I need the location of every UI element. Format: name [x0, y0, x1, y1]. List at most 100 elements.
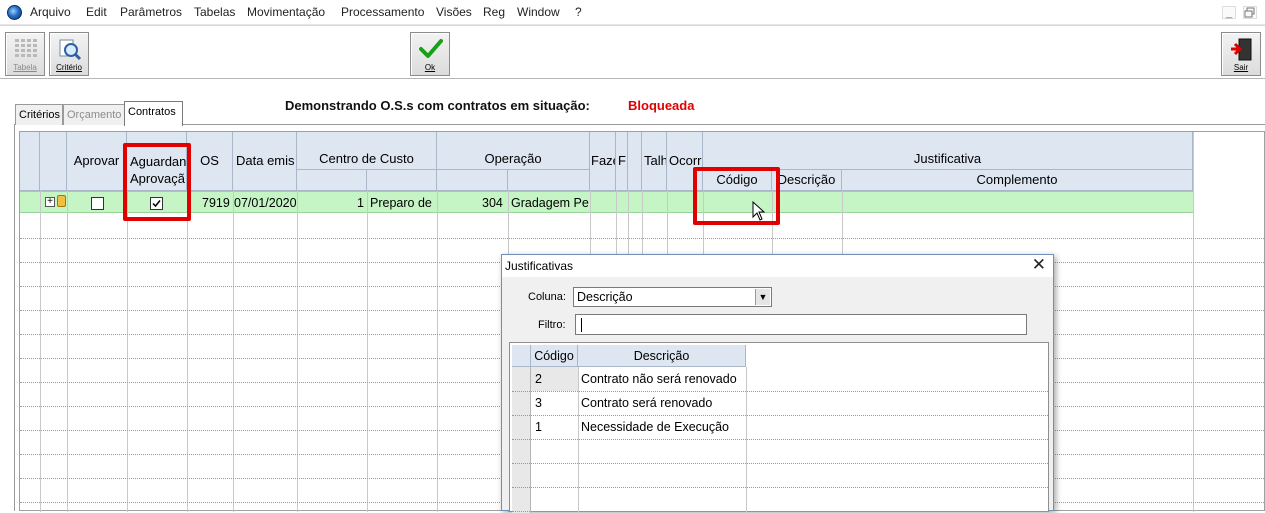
- menu-reg[interactable]: Reg: [483, 5, 505, 19]
- dgrid-row-1-descricao[interactable]: Contrato não será renovado: [581, 372, 737, 386]
- expand-header: [40, 132, 67, 191]
- menu-edit[interactable]: Edit: [86, 5, 107, 19]
- grid-line: [187, 191, 188, 512]
- col-operacao-desc: [508, 170, 590, 191]
- filtro-label: Filtro:: [538, 319, 566, 331]
- col-data-emissao[interactable]: Data emis: [233, 132, 297, 191]
- coluna-select-value: Descrição: [577, 290, 633, 304]
- folder-icon: [57, 195, 66, 207]
- col-os[interactable]: OS: [187, 132, 233, 191]
- ok-button[interactable]: Ok: [410, 32, 450, 76]
- menu-processamento[interactable]: Processamento: [341, 5, 424, 19]
- dialog-titlebar[interactable]: Justificativas ✕: [502, 255, 1053, 277]
- dgrid-col-descricao[interactable]: Descrição: [578, 345, 746, 367]
- tabela-button[interactable]: Tabela: [5, 32, 45, 76]
- table-row[interactable]: [20, 191, 1193, 213]
- menu-parametros[interactable]: Parâmetros: [120, 5, 182, 19]
- operacao-desc-value: Gradagem Pe: [511, 196, 589, 210]
- dgrid-col-codigo[interactable]: Código: [531, 345, 578, 367]
- grid-line: [40, 191, 41, 512]
- toolbar: Tabela Critério Ok Sair: [0, 25, 1265, 79]
- restore-icon: [1244, 7, 1255, 18]
- col-aprovar[interactable]: Aprovar: [67, 132, 127, 191]
- table-grid-icon: [15, 39, 37, 57]
- restore-button[interactable]: [1243, 6, 1257, 19]
- dgrid-row-3-descricao[interactable]: Necessidade de Execução: [581, 420, 729, 434]
- menu-visoes[interactable]: Visões: [436, 5, 472, 19]
- menu-help[interactable]: ?: [575, 5, 582, 19]
- grid-line: [233, 191, 234, 512]
- dgrid-row-3-codigo[interactable]: 1: [535, 420, 542, 434]
- col-operacao[interactable]: Operação: [437, 132, 590, 170]
- os-value: 7919: [202, 196, 230, 210]
- criterio-label: Critério: [56, 63, 82, 72]
- grid-line: [297, 191, 298, 512]
- justificativas-grid[interactable]: Código Descrição 2 Contrato não será ren…: [509, 342, 1049, 513]
- sair-label: Sair: [1233, 63, 1249, 72]
- centro-custo-num-value: 1: [357, 196, 364, 210]
- col-complemento[interactable]: Complemento: [842, 170, 1193, 191]
- justificativas-dialog[interactable]: Justificativas ✕ Coluna: Descrição ▼ Fil…: [501, 254, 1054, 513]
- col-fazenda[interactable]: Fazen: [590, 132, 616, 191]
- mouse-cursor-icon: [752, 201, 766, 221]
- col-f[interactable]: F: [616, 132, 628, 191]
- dgrid-row-selector: [512, 367, 531, 513]
- grid-line: [512, 391, 1048, 392]
- centro-custo-desc-value: Preparo de: [370, 196, 432, 210]
- col-operacao-num: [437, 170, 508, 191]
- grid-line: [512, 463, 1048, 464]
- grid-line: [512, 511, 1048, 512]
- grid-line: [512, 487, 1048, 488]
- menu-bar: Arquivo Edit Parâmetros Tabelas Moviment…: [0, 0, 1265, 25]
- tab-criterios[interactable]: Critérios: [15, 104, 63, 125]
- row-selector-header: [20, 132, 40, 191]
- tab-orcamento[interactable]: Orçamento: [63, 104, 125, 125]
- grid-line: [512, 439, 1048, 440]
- aprovar-checkbox[interactable]: [91, 197, 104, 210]
- dgrid-row-2-codigo[interactable]: 3: [535, 396, 542, 410]
- grid-line: [20, 238, 1265, 239]
- col-justificativa[interactable]: Justificativa: [703, 132, 1193, 170]
- menu-tabelas[interactable]: Tabelas: [194, 5, 235, 19]
- col-talhao[interactable]: Talh: [642, 132, 667, 191]
- menu-arquivo[interactable]: Arquivo: [30, 5, 71, 19]
- grid-line: [367, 191, 368, 512]
- magnifier-icon: [59, 39, 82, 61]
- grid-line: [512, 415, 1048, 416]
- grid-line: [67, 191, 68, 512]
- tab-contratos[interactable]: Contratos: [124, 101, 183, 126]
- close-icon[interactable]: ✕: [1032, 255, 1046, 275]
- highlight-box-codigo: [693, 167, 780, 225]
- data-value: 07/01/2020: [234, 196, 297, 210]
- col-descricao[interactable]: Descrição: [772, 170, 842, 191]
- minimize-button[interactable]: _: [1222, 6, 1236, 19]
- plus-box-icon[interactable]: +: [45, 197, 55, 207]
- dgrid-row-1-codigo[interactable]: 2: [535, 372, 542, 386]
- coluna-label: Coluna:: [528, 291, 566, 303]
- grid-line: [1193, 132, 1194, 512]
- dgrid-row-selector-header: [512, 345, 531, 367]
- col-blank: [628, 132, 642, 191]
- status-title: Demonstrando O.S.s com contratos em situ…: [285, 98, 590, 113]
- text-caret: [581, 318, 582, 332]
- menu-movimentacao[interactable]: Movimentação: [247, 5, 325, 19]
- filtro-input[interactable]: [575, 314, 1027, 335]
- grid-line: [437, 191, 438, 512]
- menu-window[interactable]: Window: [517, 5, 560, 19]
- ok-label: Ok: [424, 63, 436, 72]
- operacao-num-value: 304: [482, 196, 503, 210]
- criterio-button[interactable]: Critério: [49, 32, 89, 76]
- sair-button[interactable]: Sair: [1221, 32, 1261, 76]
- dgrid-row-2-descricao[interactable]: Contrato será renovado: [581, 396, 712, 410]
- col-centro-custo-num: [297, 170, 367, 191]
- exit-door-icon: [1231, 38, 1252, 61]
- highlight-box-aguardando: [123, 143, 191, 221]
- coluna-select[interactable]: Descrição ▼: [573, 287, 772, 307]
- grid-line: [746, 367, 747, 513]
- grid-line: [578, 367, 579, 513]
- checkmark-icon: [419, 39, 443, 58]
- tabela-label: Tabela: [13, 63, 37, 72]
- chevron-down-icon[interactable]: ▼: [755, 289, 770, 305]
- status-value: Bloqueada: [628, 98, 695, 113]
- col-centro-custo[interactable]: Centro de Custo: [297, 132, 437, 170]
